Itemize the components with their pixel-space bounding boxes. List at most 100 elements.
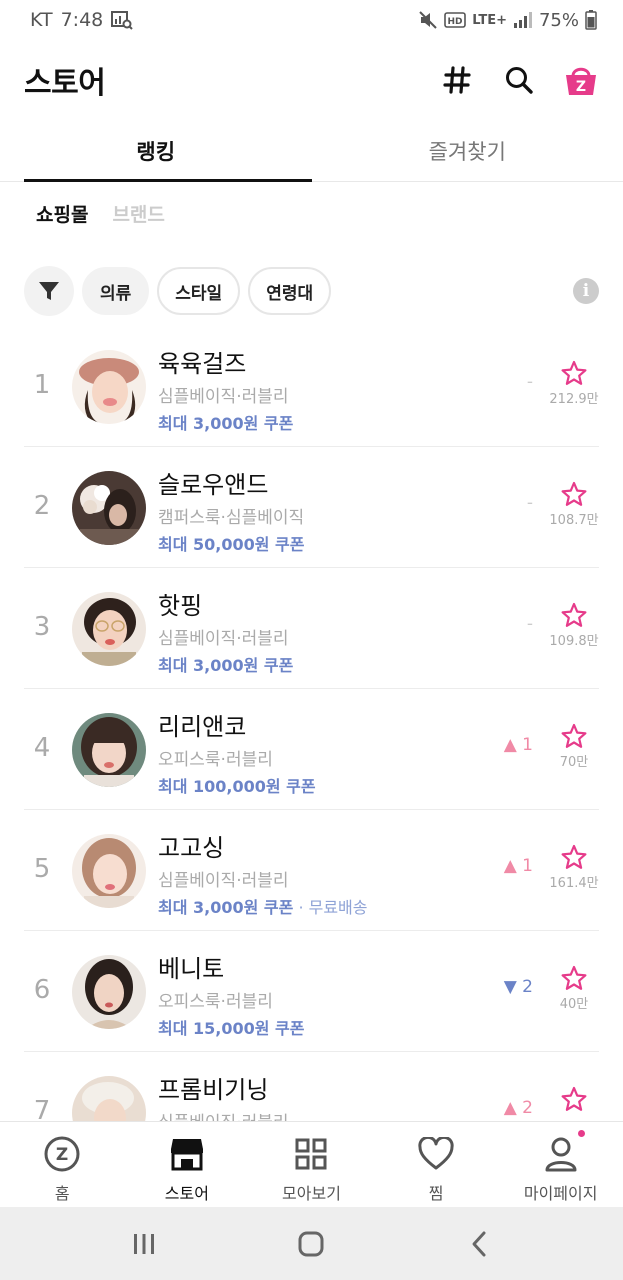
list-item[interactable]: 6 베니토 오피스룩·러블리 최대 15,000원 쿠폰 ▼ 2 40만 [0, 931, 623, 1052]
screen-analytics-icon [111, 10, 133, 30]
rank-change: - [526, 614, 533, 634]
nav-wishlist[interactable]: 찜 [374, 1122, 499, 1207]
carrier-label: KT [30, 9, 53, 31]
hashtag-icon[interactable] [439, 62, 475, 98]
shop-name: 슬로우앤드 [158, 471, 269, 499]
status-left: KT 7:48 [30, 9, 133, 31]
shop-tags: 오피스룩·러블리 [158, 750, 273, 770]
filter-chip-style[interactable]: 스타일 [157, 267, 241, 315]
favorite-count: 40만 [559, 997, 589, 1012]
favorite-button[interactable]: 108.7만 [543, 481, 605, 528]
cart-icon[interactable]: Z [563, 62, 599, 98]
star-icon [561, 965, 587, 990]
battery-percent: 75% [538, 9, 579, 31]
bottom-nav: Z 홈 스토어 모아보기 찜 마이페이지 [0, 1121, 623, 1207]
rank-change: - [526, 493, 533, 513]
rank-change: ▲ 1 [503, 856, 533, 876]
header-actions: Z [439, 62, 599, 98]
rank-number: 6 [33, 975, 51, 1005]
network-type: LTE+ [472, 12, 507, 28]
grid-icon [291, 1134, 331, 1174]
star-icon [561, 360, 587, 385]
avatar [72, 955, 146, 1029]
shop-coupon: 최대 3,000원 쿠폰 · 무료배송 [158, 894, 368, 918]
rank-number: 3 [33, 612, 51, 642]
star-icon [561, 1086, 587, 1111]
favorite-button[interactable]: 212.9만 [543, 360, 605, 407]
shop-tags: 오피스룩·러블리 [158, 992, 273, 1012]
list-item[interactable]: 5 고고싱 심플베이직·러블리 최대 3,000원 쿠폰 · 무료배송 ▲ 1 … [0, 810, 623, 931]
nav-wishlist-label: 찜 [428, 1184, 444, 1203]
back-icon[interactable] [449, 1219, 509, 1269]
coupon-text: 최대 100,000원 쿠폰 [158, 777, 316, 796]
nav-collection[interactable]: 모아보기 [249, 1122, 374, 1207]
list-item[interactable]: 1 육육걸즈 심플베이직·러블리 최대 3,000원 쿠폰 - 212.9만 [0, 326, 623, 447]
rank-change: ▼ 2 [503, 977, 533, 997]
avatar [72, 1076, 146, 1121]
rank-change: - [526, 372, 533, 392]
star-icon [561, 723, 587, 748]
filter-row: 의류 스타일 연령대 i [24, 266, 599, 316]
filter-chip-clothing[interactable]: 의류 [82, 267, 150, 315]
star-icon [561, 844, 587, 869]
favorite-count: 161.4만 [549, 876, 599, 891]
nav-mypage-label: 마이페이지 [523, 1184, 598, 1203]
app-header: 스토어 Z [0, 40, 623, 120]
list-item[interactable]: 3 핫핑 심플베이직·러블리 최대 3,000원 쿠폰 - 109.8만 [0, 568, 623, 689]
favorite-button[interactable] [543, 1086, 605, 1114]
avatar [72, 834, 146, 908]
rank-number: 1 [33, 370, 51, 400]
favorite-button[interactable]: 109.8만 [543, 602, 605, 649]
filter-icon[interactable] [24, 266, 74, 316]
coupon-text: 최대 15,000원 쿠폰 [158, 1019, 305, 1038]
hd-voice-icon: HD [444, 11, 467, 29]
recent-apps-icon[interactable] [114, 1219, 174, 1269]
info-icon[interactable]: i [573, 278, 599, 304]
nav-mypage[interactable]: 마이페이지 [498, 1122, 623, 1207]
sub-tab-brand[interactable]: 브랜드 [112, 200, 164, 227]
shop-coupon: 최대 100,000원 쿠폰 [158, 773, 316, 797]
nav-store-label: 스토어 [164, 1184, 209, 1203]
store-icon [167, 1134, 207, 1174]
avatar [72, 592, 146, 666]
page-title: 스토어 [24, 66, 106, 101]
heart-icon [416, 1134, 456, 1174]
notification-dot [577, 1130, 585, 1137]
favorite-button[interactable]: 70만 [543, 723, 605, 770]
shop-coupon: 최대 15,000원 쿠폰 [158, 1015, 304, 1039]
nav-store[interactable]: 스토어 [125, 1122, 250, 1207]
system-nav-bar [0, 1207, 623, 1280]
list-item[interactable]: 4 리리앤코 오피스룩·러블리 최대 100,000원 쿠폰 ▲ 1 70만 [0, 689, 623, 810]
shop-tags: 심플베이직·러블리 [158, 1108, 289, 1121]
search-icon[interactable] [501, 62, 537, 98]
tab-ranking[interactable]: 랭킹 [0, 120, 312, 182]
nav-home[interactable]: Z 홈 [0, 1122, 125, 1207]
favorite-button[interactable]: 161.4만 [543, 844, 605, 891]
zigzag-home-icon: Z [42, 1134, 82, 1174]
list-item[interactable]: 2 슬로우앤드 캠퍼스룩·심플베이직 최대 50,000원 쿠폰 - 108.7… [0, 447, 623, 568]
shop-name: 핫핑 [158, 592, 203, 620]
nav-collection-label: 모아보기 [282, 1184, 341, 1203]
rank-number: 7 [33, 1096, 51, 1121]
filter-chip-age[interactable]: 연령대 [248, 267, 332, 315]
home-button-icon[interactable] [281, 1219, 341, 1269]
svg-text:HD: HD [448, 17, 463, 27]
favorite-button[interactable]: 40만 [543, 965, 605, 1012]
nav-home-label: 홈 [54, 1184, 70, 1203]
star-icon [561, 481, 587, 506]
status-right: HD LTE+ 75% [418, 10, 597, 31]
top-tabs: 랭킹 즐겨찾기 [0, 120, 623, 182]
ranking-list: 1 육육걸즈 심플베이직·러블리 최대 3,000원 쿠폰 - 212.9만 2… [0, 326, 623, 1121]
sub-tab-shopping-mall[interactable]: 쇼핑몰 [36, 200, 88, 227]
tab-favorites[interactable]: 즐겨찾기 [312, 120, 623, 181]
shop-coupon: 최대 50,000원 쿠폰 [158, 531, 304, 555]
favorite-count: 108.7만 [549, 513, 599, 528]
star-icon [561, 602, 587, 627]
sub-tabs: 쇼핑몰 브랜드 [36, 200, 165, 227]
shop-tags: 심플베이직·러블리 [158, 629, 289, 649]
free-shipping-label: · 무료배송 [293, 898, 368, 917]
list-item[interactable]: 7 프롬비기닝 심플베이직·러블리 ▲ 2 [0, 1052, 623, 1121]
rank-number: 5 [33, 854, 51, 884]
shop-name: 고고싱 [158, 834, 225, 862]
coupon-text: 최대 50,000원 쿠폰 [158, 535, 305, 554]
